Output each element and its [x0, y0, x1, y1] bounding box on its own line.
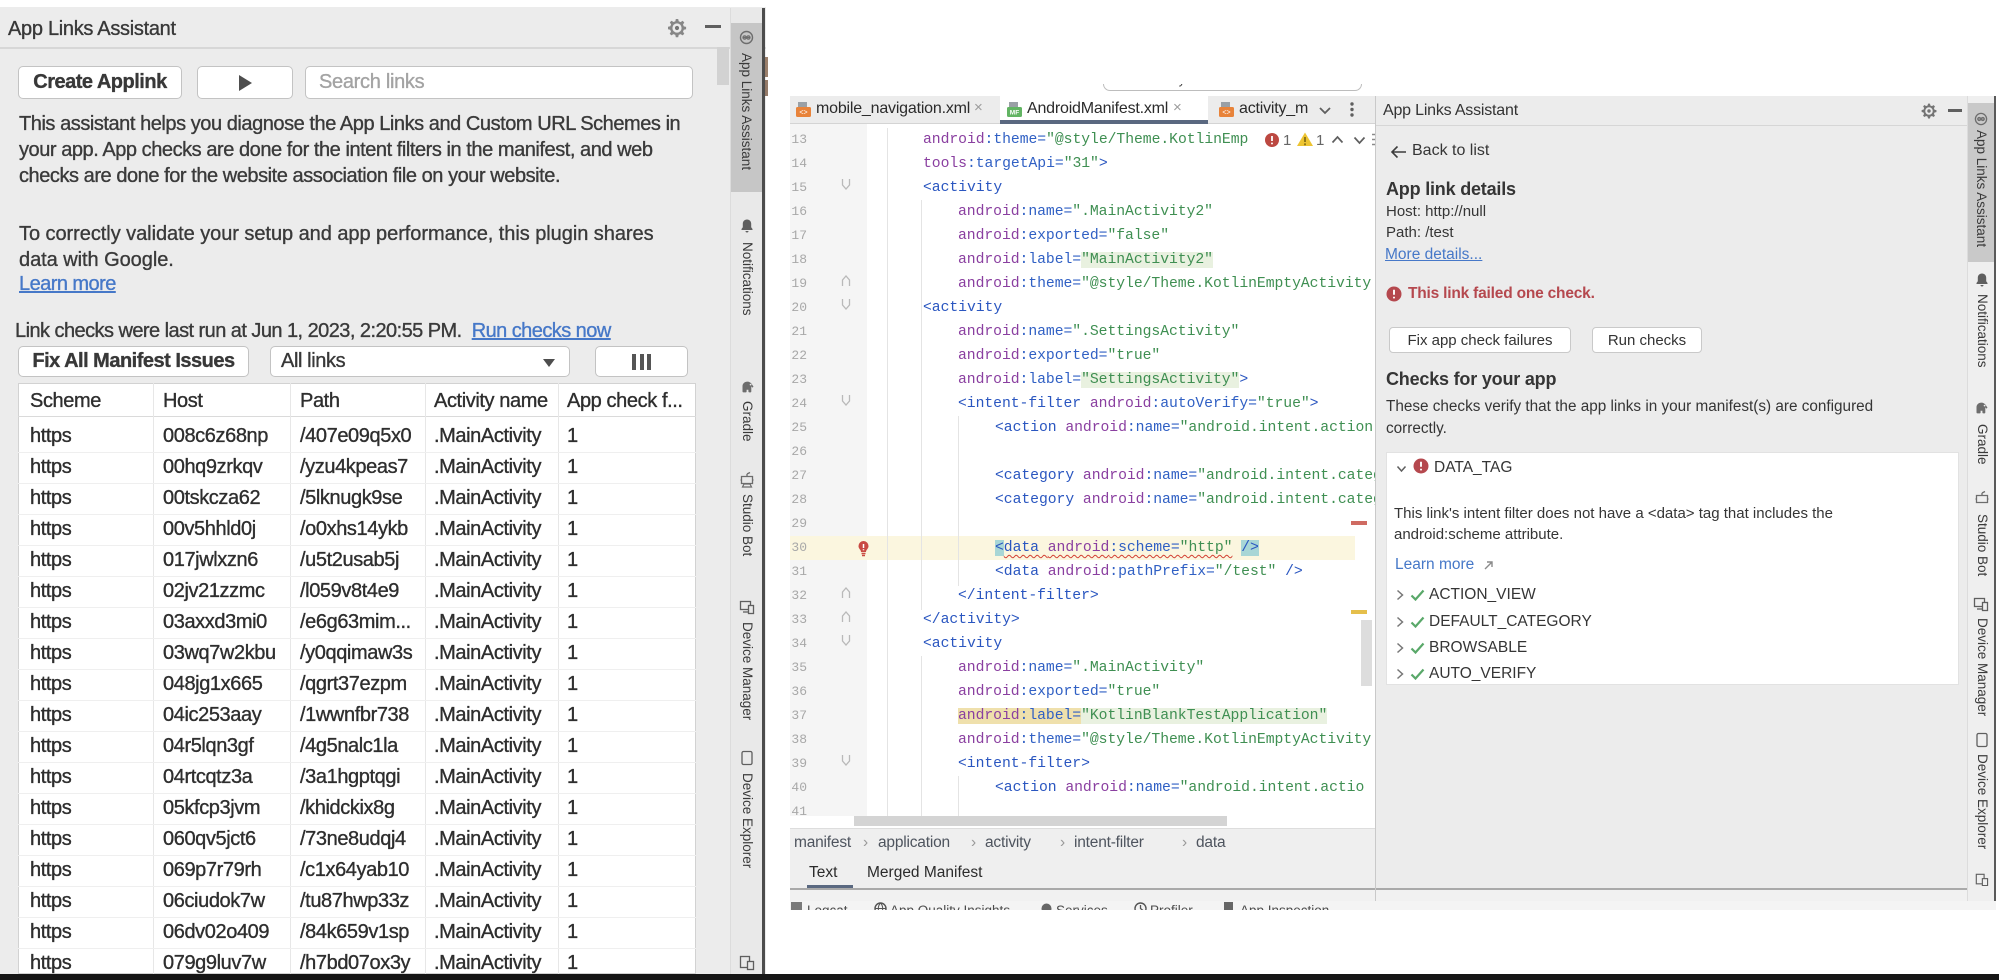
svg-text:<>: <> — [1222, 110, 1230, 117]
svg-text:<>: <> — [799, 110, 807, 117]
svg-text:MF: MF — [1010, 110, 1019, 117]
